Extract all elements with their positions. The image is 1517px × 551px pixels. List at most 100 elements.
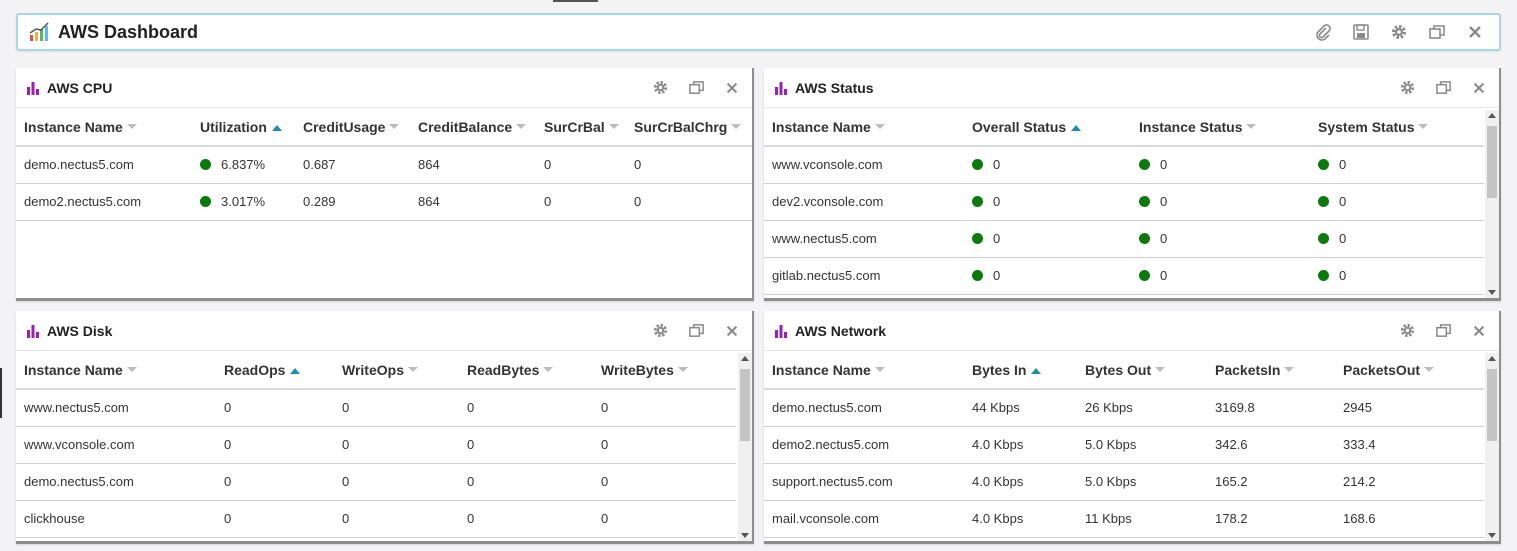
status-dot-icon (972, 159, 983, 171)
table-row[interactable]: support.nectus5.com 4.0 Kbps 5.0 Kbps 16… (764, 463, 1484, 501)
table-row[interactable]: demo2.nectus5.com 3.017% 0.289 864 0 0 (16, 183, 752, 221)
column-header[interactable]: CreditBalance (410, 108, 536, 147)
table-row[interactable]: www.nectus5.com 0 0 0 0 (16, 389, 736, 427)
table-cell: 0 (1131, 220, 1310, 258)
column-header[interactable]: WriteBytes (593, 351, 736, 390)
close-icon[interactable] (722, 78, 742, 98)
table-cell: 864 (410, 146, 536, 184)
column-header[interactable]: CreditUsage (295, 108, 410, 147)
table-cell: demo.nectus5.com (764, 389, 964, 427)
network-table: Instance Name Bytes In Bytes Out Packets… (764, 351, 1484, 538)
status-dot-icon (972, 233, 983, 244)
sort-ascending-icon (1071, 124, 1082, 131)
column-header[interactable]: Instance Name (764, 351, 964, 390)
bar-chart-icon (775, 81, 787, 95)
column-header[interactable]: System Status (1310, 108, 1484, 147)
column-header[interactable]: Bytes Out (1077, 351, 1207, 390)
table-cell: 0 (626, 183, 752, 221)
table-row[interactable]: demo.nectus5.com 0 0 0 0 (16, 463, 736, 501)
restore-window-icon[interactable] (686, 78, 706, 98)
table-row[interactable]: gitlab.nectus5.com 0 0 0 (764, 257, 1484, 295)
column-header[interactable]: Instance Status (1131, 108, 1310, 147)
status-dot-icon (1318, 159, 1329, 171)
close-icon[interactable] (1465, 22, 1485, 42)
restore-window-icon[interactable] (1433, 78, 1453, 98)
gear-icon[interactable] (1397, 78, 1417, 98)
column-header[interactable]: Instance Name (16, 108, 192, 147)
table-cell: 0 (459, 463, 593, 501)
sort-arrow-icon (1418, 123, 1429, 129)
column-header[interactable]: WriteOps (334, 351, 459, 390)
gear-icon[interactable] (1397, 321, 1417, 341)
column-header[interactable]: ReadBytes (459, 351, 593, 390)
scroll-up-icon[interactable] (1488, 113, 1496, 118)
table-cell: 0 (626, 146, 752, 184)
table-row[interactable]: demo2.nectus5.com 4.0 Kbps 5.0 Kbps 342.… (764, 426, 1484, 464)
table-cell: 4.0 Kbps (964, 500, 1077, 538)
table-cell: 0 (216, 389, 334, 427)
panel-title: AWS Network (795, 322, 887, 339)
gear-icon[interactable] (650, 321, 670, 341)
table-cell: 333.4 (1335, 426, 1484, 464)
vertical-scrollbar[interactable] (738, 353, 752, 541)
table-cell: 168.6 (1335, 500, 1484, 538)
panel-header: AWS Disk (16, 311, 752, 351)
table-container: Instance Name Bytes In Bytes Out Packets… (764, 351, 1484, 538)
scroll-up-icon[interactable] (1488, 356, 1496, 361)
scrollbar-thumb[interactable] (1487, 126, 1497, 198)
column-header[interactable]: Instance Name (16, 351, 216, 390)
column-header[interactable]: PacketsOut (1335, 351, 1484, 390)
close-icon[interactable] (1469, 78, 1489, 98)
status-dot-icon (972, 196, 983, 207)
table-row[interactable]: www.nectus5.com 0 0 0 (764, 220, 1484, 258)
table-cell: 0 (1131, 257, 1310, 295)
table-cell: 0 (216, 463, 334, 501)
scrollbar-thumb[interactable] (740, 369, 750, 441)
gear-icon[interactable] (1389, 22, 1409, 42)
dashboard-chart-icon (29, 22, 49, 41)
table-row[interactable]: demo.nectus5.com 6.837% 0.687 864 0 0 (16, 146, 752, 184)
close-icon[interactable] (1469, 321, 1489, 341)
table-cell: 0 (1131, 146, 1310, 184)
table-row[interactable]: dev2.vconsole.com 0 0 0 (764, 183, 1484, 221)
column-header[interactable]: Instance Name (764, 108, 964, 147)
table-cell: 0 (334, 426, 459, 464)
save-icon[interactable] (1351, 22, 1371, 42)
table-row[interactable]: mail.vconsole.com 4.0 Kbps 11 Kbps 178.2… (764, 500, 1484, 538)
scroll-down-icon[interactable] (1488, 533, 1496, 538)
scroll-down-icon[interactable] (741, 533, 749, 538)
column-header[interactable]: Bytes In (964, 351, 1077, 390)
sort-ascending-icon (1031, 367, 1042, 374)
restore-window-icon[interactable] (686, 321, 706, 341)
table-cell: clickhouse (16, 500, 216, 538)
panel-title: AWS Status (795, 79, 874, 96)
table-cell: 0 (1310, 220, 1484, 258)
gear-icon[interactable] (650, 78, 670, 98)
restore-window-icon[interactable] (1427, 22, 1447, 42)
sort-arrow-icon (1284, 366, 1295, 372)
table-row[interactable]: clickhouse 0 0 0 0 (16, 500, 736, 538)
table-row[interactable]: www.vconsole.com 0 0 0 (764, 146, 1484, 184)
column-header[interactable]: Utilization (192, 108, 295, 147)
column-header[interactable]: SurCrBalChrg (626, 108, 752, 147)
status-dot-icon (1139, 270, 1150, 281)
status-dot-icon (972, 270, 983, 281)
scroll-up-icon[interactable] (741, 356, 749, 361)
column-header[interactable]: SurCrBal (536, 108, 626, 147)
close-icon[interactable] (722, 321, 742, 341)
table-row[interactable]: www.vconsole.com 0 0 0 0 (16, 426, 736, 464)
vertical-scrollbar[interactable] (1485, 353, 1499, 541)
sort-arrow-icon (389, 123, 400, 129)
disk-table: Instance Name ReadOps WriteOps ReadBytes… (16, 351, 736, 538)
vertical-scrollbar[interactable] (1485, 110, 1499, 298)
panel-header: AWS Status (764, 68, 1499, 108)
scroll-down-icon[interactable] (1488, 290, 1496, 295)
restore-window-icon[interactable] (1433, 321, 1453, 341)
column-header[interactable]: PacketsIn (1207, 351, 1335, 390)
column-header[interactable]: ReadOps (216, 351, 334, 390)
paperclip-icon[interactable] (1313, 22, 1333, 42)
column-header[interactable]: Overall Status (964, 108, 1131, 147)
table-cell: 0 (593, 426, 736, 464)
table-row[interactable]: demo.nectus5.com 44 Kbps 26 Kbps 3169.8 … (764, 389, 1484, 427)
scrollbar-thumb[interactable] (1487, 369, 1497, 441)
